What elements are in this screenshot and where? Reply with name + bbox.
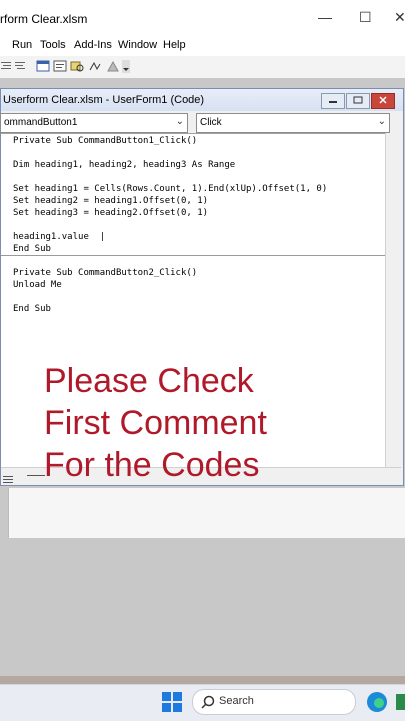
maximize-button[interactable]: ☐ (359, 9, 372, 26)
close-button[interactable]: ✕ (394, 9, 405, 26)
object-combo-value: ommandButton1 (4, 117, 78, 128)
menu-help[interactable]: Help (163, 39, 186, 51)
menu-add-ins[interactable]: Add-Ins (74, 39, 112, 51)
chevron-down-icon[interactable]: ⌄ (176, 116, 184, 127)
code-line: heading1.value | (13, 232, 106, 242)
outdent-icon[interactable] (14, 60, 28, 73)
procedure-combo[interactable]: Click ⌄ (196, 113, 390, 133)
toolbox-icon[interactable] (106, 60, 120, 73)
search-label: Search (219, 695, 254, 707)
menu-tools[interactable]: Tools (40, 39, 66, 51)
procedure-combo-value: Click (200, 117, 222, 128)
code-window-title: Userform Clear.xlsm - UserForm1 (Code) (3, 94, 205, 106)
code-close-button[interactable] (371, 93, 395, 109)
full-module-view-icon[interactable] (27, 475, 45, 476)
overlay-line-1: Please Check (44, 362, 254, 400)
menu-run[interactable]: Run (12, 39, 32, 51)
background-pane (8, 488, 405, 538)
object-combo[interactable]: ommandButton1 ⌄ (0, 113, 188, 133)
userform-icon[interactable] (36, 60, 50, 73)
search-icon (201, 695, 215, 714)
edge-browser-icon[interactable] (366, 691, 388, 718)
code-line: Private Sub CommandButton2_Click() (13, 268, 198, 278)
code-line: End Sub (13, 244, 51, 254)
standard-toolbar (0, 56, 405, 79)
windows-start-icon[interactable] (162, 692, 182, 717)
vbe-title-bar: rform Clear.xlsm — ☐ ✕ (0, 0, 405, 36)
immediate-window-icon[interactable] (88, 60, 102, 73)
code-line: Set heading1 = Cells(Rows.Count, 1).End(… (13, 184, 328, 194)
procedure-view-icon[interactable] (3, 471, 13, 489)
taskbar-app-icon[interactable] (396, 691, 405, 718)
menu-bar: Run Tools Add-Ins Window Help (0, 36, 405, 56)
code-line: Set heading2 = heading1.Offset(0, 1) (13, 196, 209, 206)
code-restore-button[interactable] (346, 93, 370, 109)
window-title: rform Clear.xlsm (0, 12, 88, 26)
taskbar-search-box[interactable]: Search (192, 689, 356, 715)
overlay-line-3: For the Codes (44, 446, 260, 484)
code-minimize-button[interactable] (321, 93, 345, 109)
code-window-title-bar[interactable]: Userform Clear.xlsm - UserForm1 (Code) (1, 89, 403, 111)
overlay-line-2: First Comment (44, 404, 267, 442)
menu-window[interactable]: Window (118, 39, 157, 51)
indent-icon[interactable] (0, 60, 14, 73)
video-background-strip (0, 676, 405, 684)
minimize-button[interactable]: — (318, 9, 332, 25)
vertical-scrollbar[interactable] (385, 133, 402, 467)
module-icon[interactable] (53, 60, 67, 73)
code-line: Dim heading1, heading2, heading3 As Rang… (13, 160, 236, 170)
code-line: Private Sub CommandButton1_Click() (13, 136, 198, 146)
procedure-separator (1, 255, 385, 256)
code-line: End Sub (13, 304, 51, 314)
code-line: Set heading3 = heading2.Offset(0, 1) (13, 208, 209, 218)
toolbar-options-icon[interactable] (122, 60, 136, 73)
code-line: Unload Me (13, 280, 62, 290)
chevron-down-icon[interactable]: ⌄ (378, 116, 386, 127)
object-browser-icon[interactable] (70, 60, 84, 73)
